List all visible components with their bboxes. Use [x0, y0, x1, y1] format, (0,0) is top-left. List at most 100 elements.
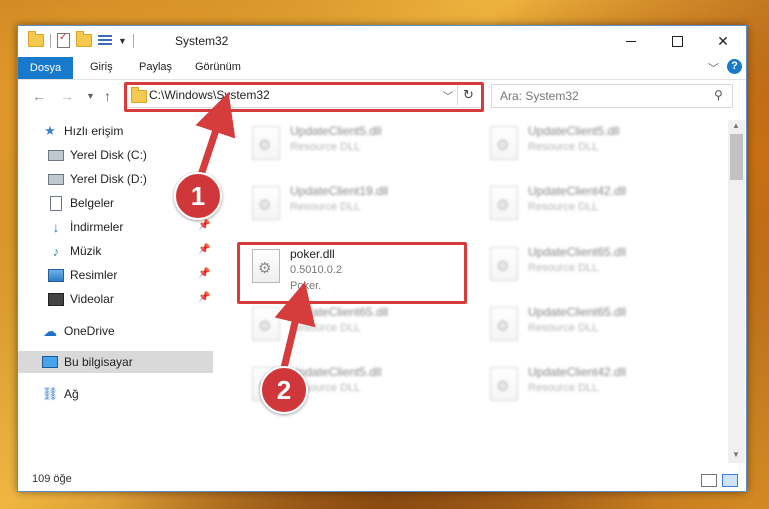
scroll-up-icon[interactable]: ▲ — [732, 121, 740, 130]
sidebar-item-music[interactable]: ♪ Müzik 📌 — [18, 240, 213, 262]
sidebar-item-label: İndirmeler — [70, 220, 124, 234]
view-toggle — [701, 474, 738, 487]
vertical-scrollbar[interactable]: ▲ ▼ — [728, 120, 745, 463]
maximize-button[interactable] — [654, 26, 700, 56]
file-tile[interactable]: UpdateClient65.dll Resource DLL — [480, 301, 705, 357]
file-tile[interactable]: UpdateClient65.dll Resource DLL — [242, 301, 467, 357]
navigation-pane: ★ Hızlı erişim Yerel Disk (C:) Yerel Dis… — [18, 120, 213, 463]
drive-icon — [48, 173, 64, 185]
file-description: Resource DLL — [528, 201, 599, 213]
refresh-button[interactable]: ↻ — [457, 85, 479, 105]
sidebar-item-disk-c[interactable]: Yerel Disk (C:) — [18, 144, 213, 166]
file-name: poker.dll — [290, 247, 335, 261]
quick-access-toolbar: ▼ — [28, 31, 134, 48]
file-name: UpdateClient5.dll — [528, 124, 620, 138]
sidebar-item-label: OneDrive — [64, 324, 115, 338]
dll-file-icon — [490, 186, 518, 220]
dll-file-icon — [252, 307, 280, 341]
sidebar-item-pictures[interactable]: Resimler 📌 — [18, 264, 213, 286]
divider — [50, 33, 51, 48]
divider — [132, 33, 134, 48]
view-icon[interactable] — [98, 34, 112, 47]
address-dropdown-icon[interactable]: ﹀ — [443, 88, 453, 103]
back-arrow-icon[interactable]: ← — [32, 88, 46, 104]
sidebar-item-label: Videolar — [70, 292, 114, 306]
sidebar-item-network[interactable]: ⛓ Ağ — [18, 383, 213, 405]
minimize-button[interactable] — [608, 26, 654, 56]
close-button[interactable]: ✕ — [700, 26, 746, 56]
sidebar-item-videos[interactable]: Videolar 📌 — [18, 288, 213, 310]
star-icon: ★ — [44, 123, 56, 138]
sidebar-item-onedrive[interactable]: ☁ OneDrive — [18, 320, 213, 342]
file-description: Resource DLL — [290, 201, 361, 213]
recent-locations-icon[interactable]: ▼ — [86, 91, 95, 101]
file-tile[interactable]: UpdateClient5.dll Resource DLL — [242, 120, 467, 176]
sidebar-item-this-pc[interactable]: Bu bilgisayar — [18, 351, 213, 373]
file-name: UpdateClient42.dll — [528, 184, 627, 198]
file-tile-poker-dll[interactable]: poker.dll 0.5010.0.2 Poker. — [242, 243, 467, 299]
file-list: UpdateClient5.dll Resource DLL UpdateCli… — [228, 120, 728, 463]
callout-badge-1: 1 — [174, 172, 222, 220]
pin-icon[interactable]: 📌 — [198, 220, 210, 231]
status-item-count: 109 öğe — [32, 473, 72, 485]
file-tile[interactable]: UpdateClient65.dll Resource DLL — [480, 241, 705, 297]
tiles-view-icon[interactable] — [722, 474, 738, 487]
document-icon — [50, 195, 62, 211]
video-icon — [48, 292, 64, 306]
file-name: UpdateClient19.dll — [290, 184, 389, 198]
file-version: 0.5010.0.2 — [290, 264, 342, 276]
search-input[interactable]: Ara: System32 — [500, 89, 579, 103]
explorer-window: ▼ System32 ✕ Dosya Giriş Paylaş Görünüm … — [17, 25, 747, 492]
properties-icon[interactable] — [57, 32, 70, 48]
cloud-icon: ☁ — [43, 322, 57, 339]
title-bar: ▼ System32 ✕ — [18, 26, 746, 56]
forward-arrow-icon[interactable]: → — [60, 88, 74, 104]
file-tile[interactable]: UpdateClient5.dll Resource DLL — [480, 120, 705, 176]
folder-icon — [28, 31, 44, 47]
file-tile[interactable]: UpdateClient42.dll Resource DLL — [480, 180, 705, 236]
details-view-icon[interactable] — [701, 474, 717, 487]
address-bar[interactable]: C:\Windows\System32 ﹀ — [126, 84, 483, 108]
picture-icon — [48, 268, 64, 282]
maximize-icon — [671, 35, 683, 47]
dll-file-icon — [490, 307, 518, 341]
file-name: UpdateClient65.dll — [528, 305, 627, 319]
scroll-down-icon[interactable]: ▼ — [732, 450, 740, 459]
file-tile[interactable]: UpdateClient42.dll Resource DLL — [480, 361, 705, 417]
sidebar-item-label: Müzik — [70, 244, 102, 258]
minimize-icon — [626, 40, 636, 42]
tab-paylas[interactable]: Paylaş — [139, 61, 172, 73]
drive-icon — [48, 149, 64, 161]
file-name: UpdateClient65.dll — [528, 245, 627, 259]
up-arrow-icon[interactable]: ↑ — [104, 88, 111, 104]
sidebar-item-label: Ağ — [64, 387, 79, 401]
file-description: Resource DLL — [528, 322, 599, 334]
computer-icon — [42, 356, 58, 368]
sidebar-item-label: Yerel Disk (D:) — [70, 172, 147, 186]
music-note-icon: ♪ — [52, 243, 60, 259]
tab-giris[interactable]: Giriş — [90, 61, 113, 73]
pin-icon[interactable]: 📌 — [198, 292, 210, 303]
file-name: UpdateClient65.dll — [290, 305, 389, 319]
qat-dropdown-icon[interactable]: ▼ — [118, 36, 127, 46]
download-arrow-icon: ↓ — [52, 219, 60, 235]
sidebar-item-label: Yerel Disk (C:) — [70, 148, 147, 162]
dll-file-icon — [252, 126, 280, 160]
sidebar-item-label: Hızlı erişim — [64, 124, 124, 138]
sidebar-item-label: Resimler — [70, 268, 118, 282]
scroll-thumb[interactable] — [730, 134, 743, 180]
dll-file-icon — [490, 367, 518, 401]
tab-dosya[interactable]: Dosya — [18, 57, 73, 79]
new-folder-icon[interactable] — [76, 31, 92, 47]
sidebar-item-quick-access[interactable]: ★ Hızlı erişim — [18, 120, 213, 142]
sidebar-item-downloads[interactable]: ↓ İndirmeler 📌 — [18, 216, 213, 238]
file-tile[interactable]: UpdateClient19.dll Resource DLL — [242, 180, 467, 236]
ribbon-expand-icon[interactable]: ﹀ — [708, 60, 719, 76]
help-icon[interactable]: ? — [727, 59, 742, 74]
pin-icon[interactable]: 📌 — [198, 268, 210, 279]
pin-icon[interactable]: 📌 — [198, 244, 210, 255]
tab-gorunum[interactable]: Görünüm — [195, 61, 241, 73]
search-box[interactable]: Ara: System32 ⚲ — [491, 84, 733, 108]
address-path[interactable]: C:\Windows\System32 — [149, 88, 270, 102]
search-icon[interactable]: ⚲ — [714, 88, 723, 102]
